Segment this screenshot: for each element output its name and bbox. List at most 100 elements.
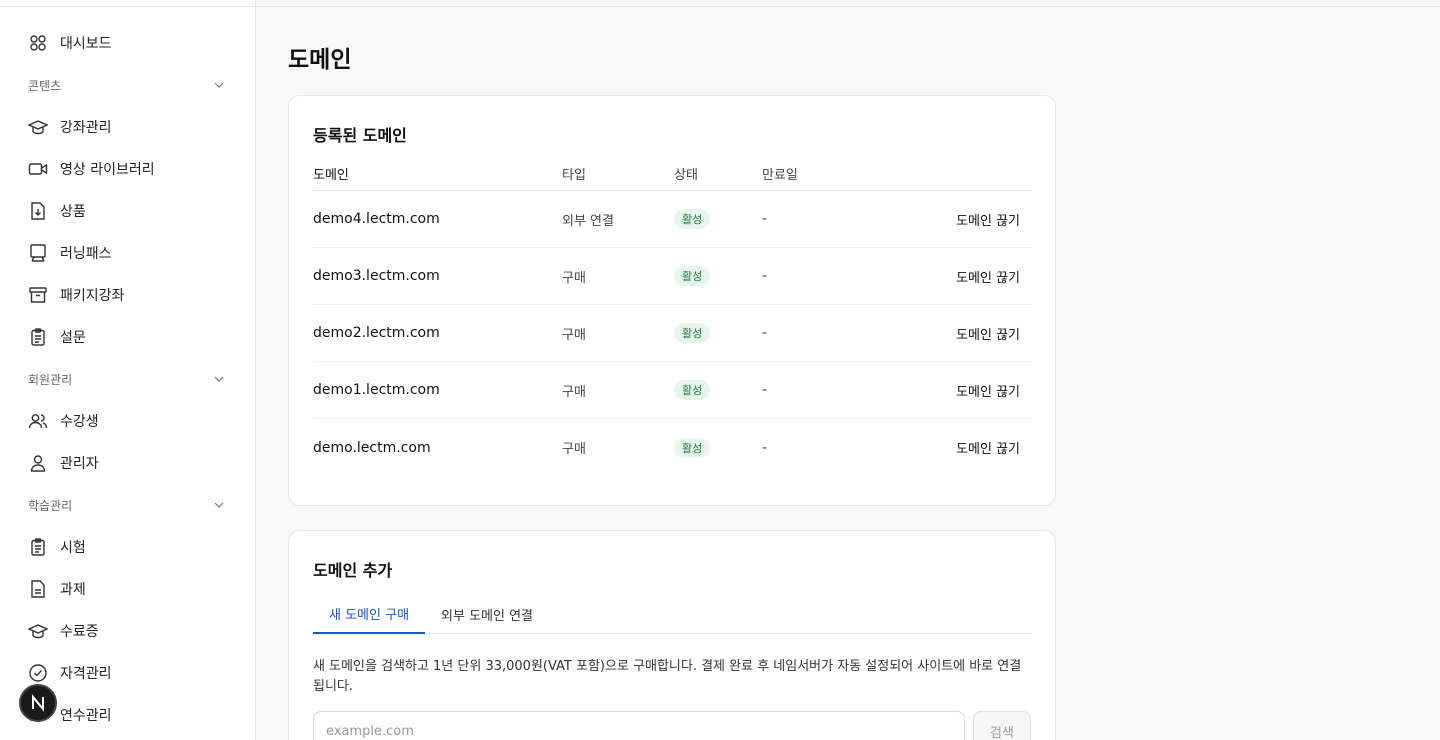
disconnect-domain-button[interactable]: 도메인 끊기 bbox=[912, 210, 1032, 229]
graduation-cap-icon bbox=[28, 120, 48, 135]
sidebar-item-learning-path[interactable]: 러닝패스 bbox=[0, 232, 255, 274]
sidebar-item-label: 자격관리 bbox=[60, 666, 112, 682]
domain-type: 구매 bbox=[562, 270, 586, 286]
table-row: demo2.lectm.com 구매 활성 - 도메인 끊기 bbox=[313, 305, 1032, 362]
domain-name: demo3.lectm.com bbox=[313, 268, 440, 284]
disconnect-domain-button[interactable]: 도메인 끊기 bbox=[912, 438, 1032, 457]
add-domain-description: 새 도메인을 검색하고 1년 단위 33,000원(VAT 포함)으로 구매합니… bbox=[313, 659, 1022, 694]
clipboard-icon bbox=[31, 328, 45, 346]
sidebar-item-courses[interactable]: 강좌관리 bbox=[0, 106, 255, 148]
archive-box-icon bbox=[29, 287, 47, 303]
grid-icon bbox=[30, 35, 46, 51]
domain-name: demo2.lectm.com bbox=[313, 325, 440, 341]
main-content: 도메인 등록된 도메인 도메인 타입 상태 만료일 demo4.lectm.co… bbox=[256, 0, 1440, 740]
chevron-down-icon bbox=[214, 376, 224, 382]
domain-expire: - bbox=[762, 382, 768, 398]
chevron-down-icon bbox=[214, 502, 224, 508]
sidebar-item-label: 강좌관리 bbox=[60, 120, 112, 136]
domain-search-button[interactable]: 검색 bbox=[973, 711, 1031, 740]
sidebar-item-label: 대시보드 bbox=[60, 36, 112, 52]
sidebar-item-package-courses[interactable]: 패키지강좌 bbox=[0, 274, 255, 316]
sidebar-item-label: 수강생 bbox=[60, 414, 99, 430]
domain-name: demo4.lectm.com bbox=[313, 211, 440, 227]
add-domain-title: 도메인 추가 bbox=[313, 561, 393, 580]
sidebar-section-learning[interactable]: 학습관리 bbox=[0, 484, 255, 526]
domain-type: 구매 bbox=[562, 327, 586, 343]
column-header-domain: 도메인 bbox=[313, 168, 349, 183]
table-row: demo1.lectm.com 구매 활성 - 도메인 끊기 bbox=[313, 362, 1032, 419]
sidebar-item-certificates[interactable]: 수료증 bbox=[0, 610, 255, 652]
sidebar-section-content[interactable]: 콘텐츠 bbox=[0, 64, 255, 106]
add-domain-tabs: 새 도메인 구매 외부 도메인 연결 bbox=[313, 595, 1032, 634]
tab-buy-new-domain[interactable]: 새 도메인 구매 bbox=[313, 595, 426, 634]
dev-tools-button[interactable] bbox=[19, 684, 57, 722]
disconnect-domain-button[interactable]: 도메인 끊기 bbox=[912, 381, 1032, 400]
chevron-down-icon bbox=[214, 82, 224, 88]
status-badge: 활성 bbox=[674, 266, 711, 286]
sidebar-item-label: 과제 bbox=[60, 582, 86, 598]
video-camera-icon bbox=[28, 163, 48, 175]
sidebar-item-video-library[interactable]: 영상 라이브러리 bbox=[0, 148, 255, 190]
add-domain-card: 도메인 추가 새 도메인 구매 외부 도메인 연결 새 도메인을 검색하고 1년… bbox=[288, 530, 1056, 740]
user-icon bbox=[30, 455, 46, 472]
domain-type: 외부 연결 bbox=[562, 213, 614, 229]
status-badge: 활성 bbox=[674, 380, 711, 400]
disconnect-domain-button[interactable]: 도메인 끊기 bbox=[912, 324, 1032, 343]
table-header: 도메인 타입 상태 만료일 bbox=[313, 157, 1032, 191]
sidebar-item-exams[interactable]: 시험 bbox=[0, 526, 255, 568]
users-icon bbox=[28, 414, 48, 429]
sidebar-item-label: 설문 bbox=[60, 330, 86, 346]
status-badge: 활성 bbox=[674, 323, 711, 343]
sidebar-item-label: 연수관리 bbox=[60, 708, 112, 724]
sidebar-section-label: 회원관리 bbox=[28, 372, 73, 387]
file-text-icon bbox=[31, 580, 45, 598]
domains-table: 도메인 타입 상태 만료일 demo4.lectm.com 외부 연결 활성 -… bbox=[313, 157, 1032, 476]
n-logo-icon bbox=[32, 694, 44, 712]
graduation-cap-icon bbox=[28, 624, 48, 639]
column-header-type: 타입 bbox=[562, 168, 586, 183]
sidebar-item-label: 수료증 bbox=[60, 624, 99, 640]
status-badge: 활성 bbox=[674, 209, 711, 229]
sidebar-item-products[interactable]: 상품 bbox=[0, 190, 255, 232]
sidebar-item-label: 시험 bbox=[60, 540, 86, 556]
table-row: demo.lectm.com 구매 활성 - 도메인 끊기 bbox=[313, 419, 1032, 476]
sidebar: 대시보드 콘텐츠 강좌관리 영상 라이브러리 상품 러닝패스 패키지강좌 설문 … bbox=[0, 0, 256, 740]
domain-expire: - bbox=[762, 211, 768, 227]
sidebar-item-survey[interactable]: 설문 bbox=[0, 316, 255, 358]
sidebar-item-label: 영상 라이브러리 bbox=[60, 162, 155, 178]
sidebar-top-divider bbox=[0, 0, 255, 7]
column-header-expire: 만료일 bbox=[762, 168, 798, 183]
sidebar-section-label: 콘텐츠 bbox=[28, 78, 62, 93]
column-header-status: 상태 bbox=[674, 168, 698, 183]
page-title: 도메인 bbox=[288, 47, 352, 73]
sidebar-item-label: 러닝패스 bbox=[60, 246, 112, 262]
sidebar-section-members[interactable]: 회원관리 bbox=[0, 358, 255, 400]
status-badge: 활성 bbox=[674, 437, 711, 458]
file-download-icon bbox=[31, 202, 45, 220]
sidebar-section-label: 학습관리 bbox=[28, 498, 73, 513]
header-divider bbox=[256, 0, 1440, 7]
presentation-icon bbox=[30, 244, 46, 262]
sidebar-item-students[interactable]: 수강생 bbox=[0, 400, 255, 442]
domain-expire: - bbox=[762, 439, 768, 456]
table-row: demo4.lectm.com 외부 연결 활성 - 도메인 끊기 bbox=[313, 191, 1032, 248]
domain-name: demo1.lectm.com bbox=[313, 382, 440, 398]
tab-connect-external-domain[interactable]: 외부 도메인 연결 bbox=[425, 595, 549, 634]
sidebar-item-assignments[interactable]: 과제 bbox=[0, 568, 255, 610]
domain-type: 구매 bbox=[562, 442, 586, 457]
table-row: demo3.lectm.com 구매 활성 - 도메인 끊기 bbox=[313, 248, 1032, 305]
domain-expire: - bbox=[762, 268, 768, 284]
check-circle-icon bbox=[29, 664, 47, 682]
domain-expire: - bbox=[762, 325, 768, 341]
registered-domains-card: 등록된 도메인 도메인 타입 상태 만료일 demo4.lectm.com 외부… bbox=[288, 95, 1056, 506]
disconnect-domain-button[interactable]: 도메인 끊기 bbox=[912, 267, 1032, 286]
sidebar-item-label: 상품 bbox=[60, 204, 86, 220]
domain-type: 구매 bbox=[562, 384, 586, 400]
domain-name: demo.lectm.com bbox=[313, 439, 431, 456]
sidebar-item-admins[interactable]: 관리자 bbox=[0, 442, 255, 484]
sidebar-item-dashboard[interactable]: 대시보드 bbox=[0, 22, 255, 64]
registered-domains-title: 등록된 도메인 bbox=[313, 126, 407, 145]
domain-search-input[interactable] bbox=[313, 711, 965, 740]
clipboard-icon bbox=[31, 538, 45, 556]
sidebar-item-label: 패키지강좌 bbox=[60, 288, 125, 304]
